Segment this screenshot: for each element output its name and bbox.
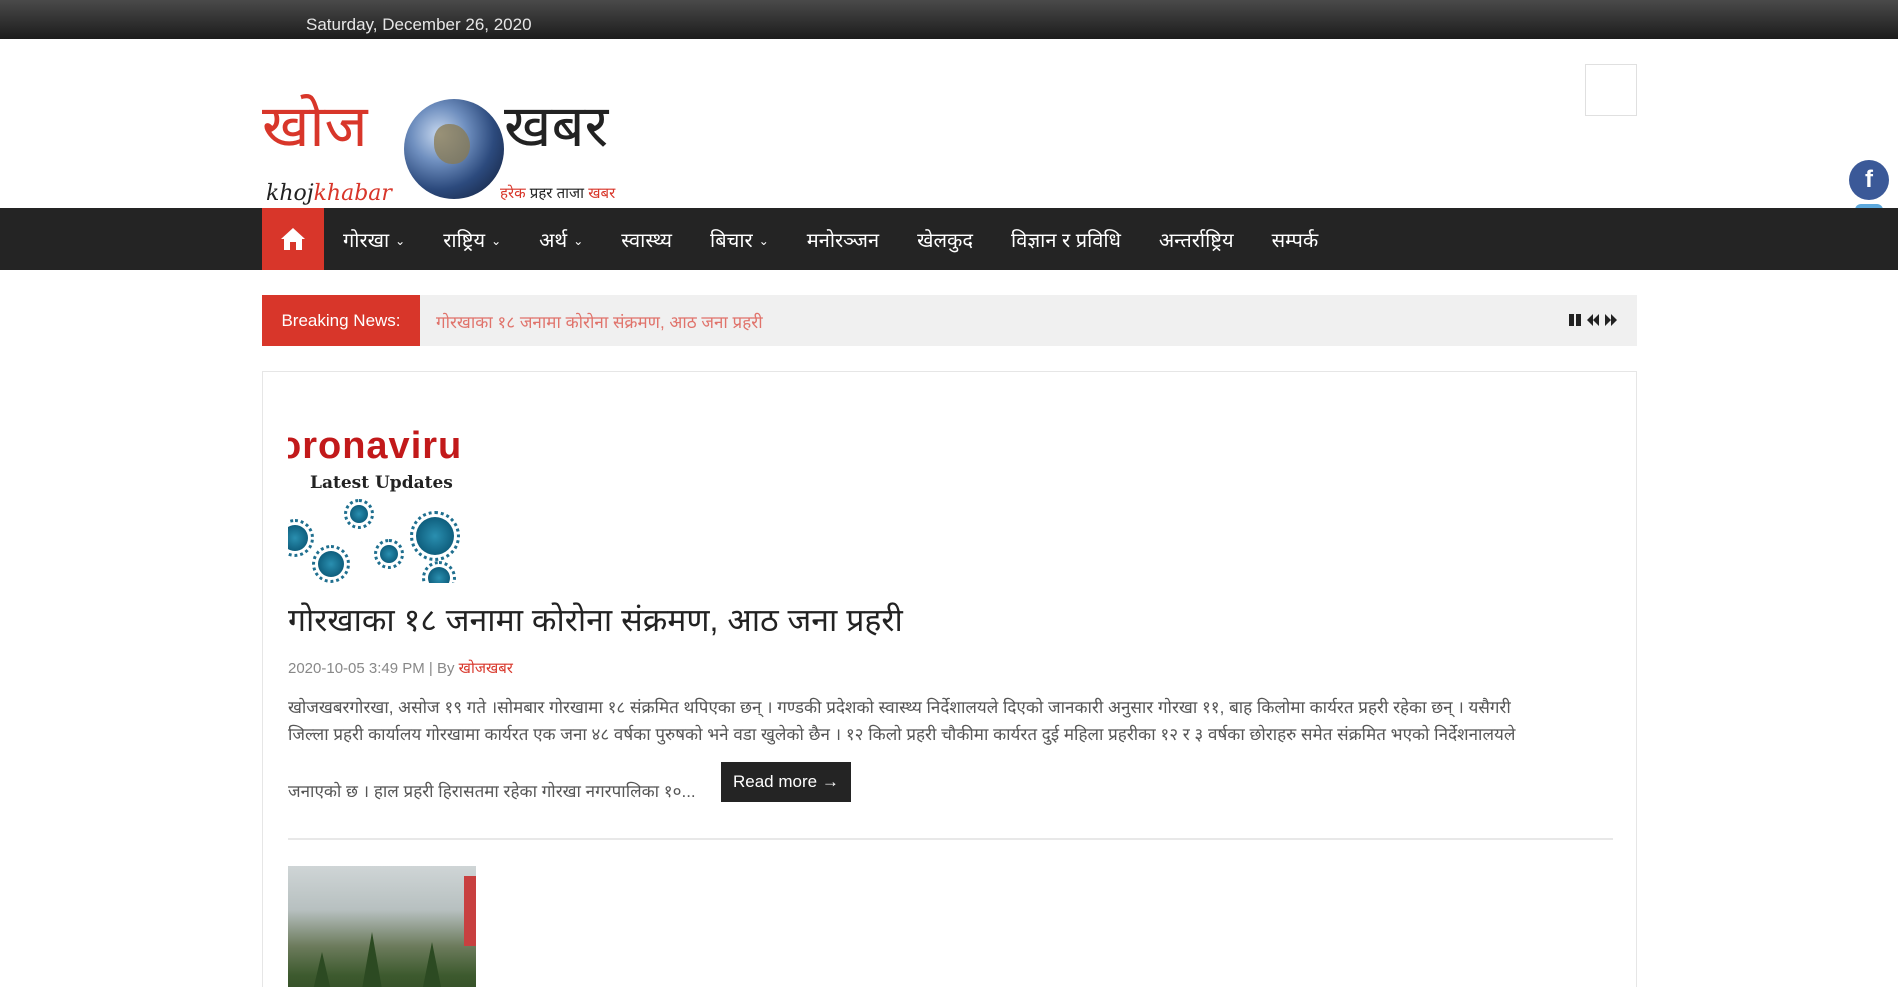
site-header: खोज खबर khojkhabar हरेक प्रहर ताजा खबर bbox=[0, 39, 1898, 208]
meta-separator: | By bbox=[424, 660, 459, 677]
virus-graphic bbox=[374, 539, 404, 569]
breaking-news-label: Breaking News: bbox=[262, 295, 420, 346]
pause-icon bbox=[1569, 314, 1581, 326]
nav-label: गोरखा bbox=[343, 229, 390, 252]
excerpt-line: जनाएको छ । हाल प्रहरी हिरासतमा रहेका गोर… bbox=[288, 782, 696, 801]
nav-label: सम्पर्क bbox=[1271, 229, 1319, 252]
nav-label: अन्तर्राष्ट्रिय bbox=[1158, 229, 1234, 252]
prev-icon bbox=[1587, 314, 1599, 326]
thumbnail-subcaption: Latest Updates bbox=[310, 473, 453, 493]
flag-graphic bbox=[464, 876, 476, 946]
post-excerpt: खोजखबरगोरखा, असोज १९ गते ।सोमबार गोरखामा… bbox=[288, 694, 1613, 801]
nav-label: राष्ट्रिय bbox=[443, 229, 486, 252]
tree-graphic bbox=[308, 952, 336, 987]
tagline-part-3: खबर bbox=[588, 185, 616, 202]
nav-label: मनोरञ्जन bbox=[806, 229, 880, 252]
logo-latin-khoj: khoj bbox=[266, 181, 314, 206]
globe-icon bbox=[404, 99, 504, 199]
virus-graphic bbox=[410, 511, 460, 561]
tree-graphic bbox=[358, 932, 386, 987]
nav-label: अर्थ bbox=[539, 229, 568, 252]
post-title[interactable]: गोरखाका १८ जनामा कोरोना संक्रमण, आठ जना … bbox=[288, 598, 903, 641]
nav-item-health[interactable]: स्वास्थ्य bbox=[602, 208, 691, 270]
tagline-part-2: प्रहर ताजा bbox=[529, 185, 585, 202]
site-logo[interactable]: खोज खबर khojkhabar हरेक प्रहर ताजा खबर bbox=[262, 69, 642, 219]
nav-label: बिचार bbox=[710, 229, 753, 252]
nav-item-economy[interactable]: अर्थ ⌄ bbox=[520, 208, 602, 270]
logo-word-khoj: खोज bbox=[262, 92, 368, 160]
nav-item-national[interactable]: राष्ट्रिय ⌄ bbox=[424, 208, 520, 270]
virus-graphic bbox=[344, 499, 374, 529]
nav-label: खेलकुद bbox=[917, 229, 974, 252]
logo-latin-khabar: khabar bbox=[313, 181, 392, 206]
post-thumbnail[interactable]: oronaviru Latest Updates bbox=[288, 425, 476, 583]
breaking-news-headline[interactable]: गोरखाका १८ जनामा कोरोना संक्रमण, आठ जना … bbox=[436, 310, 763, 333]
home-button[interactable] bbox=[262, 208, 324, 270]
current-date: Saturday, December 26, 2020 bbox=[306, 15, 532, 34]
ticker-prev-button[interactable] bbox=[1585, 310, 1601, 330]
thumbnail-caption: oronaviru bbox=[288, 425, 463, 467]
virus-graphic bbox=[288, 519, 314, 557]
next-icon bbox=[1605, 314, 1617, 326]
header-search-box[interactable] bbox=[1585, 64, 1637, 116]
nav-menu: गोरखा ⌄ राष्ट्रिय ⌄ अर्थ ⌄ स्वास्थ्य बिचार ⌄… bbox=[324, 208, 1337, 270]
ticker-pause-button[interactable] bbox=[1567, 310, 1583, 330]
top-bar: Saturday, December 26, 2020 bbox=[0, 0, 1898, 39]
home-icon bbox=[281, 228, 305, 250]
read-more-button[interactable]: Read more → bbox=[721, 762, 851, 802]
post-date: 2020-10-05 3:49 PM bbox=[288, 660, 425, 677]
logo-latin-text: khojkhabar bbox=[266, 181, 392, 206]
nav-item-science-tech[interactable]: विज्ञान र प्रविधि bbox=[992, 208, 1140, 270]
ticker-next-button[interactable] bbox=[1603, 310, 1619, 330]
nav-item-sports[interactable]: खेलकुद bbox=[898, 208, 992, 270]
ticker-controls bbox=[1567, 310, 1619, 330]
excerpt-line: खोजखबरगोरखा, असोज १९ गते ।सोमबार गोरखामा… bbox=[288, 698, 1511, 717]
nav-item-gorkha[interactable]: गोरखा ⌄ bbox=[324, 208, 424, 270]
post-thumbnail[interactable] bbox=[288, 866, 476, 987]
nav-item-contact[interactable]: सम्पर्क bbox=[1253, 208, 1338, 270]
post-meta: 2020-10-05 3:49 PM | By खोजखबर bbox=[288, 658, 513, 678]
post-list: oronaviru Latest Updates गोरखाका १८ जनाम… bbox=[262, 371, 1637, 987]
logo-tagline: हरेक प्रहर ताजा खबर bbox=[500, 183, 615, 203]
nav-label: स्वास्थ्य bbox=[621, 229, 673, 252]
facebook-icon: f bbox=[1865, 166, 1873, 193]
post-divider bbox=[288, 838, 1613, 840]
excerpt-line: जिल्ला प्रहरी कार्यालय गोरखामा कार्यरत ए… bbox=[288, 725, 1516, 744]
chevron-down-icon: ⌄ bbox=[395, 234, 406, 248]
main-navigation: गोरखा ⌄ राष्ट्रिय ⌄ अर्थ ⌄ स्वास्थ्य बिचार ⌄… bbox=[0, 208, 1898, 270]
tagline-part-1: हरेक bbox=[500, 185, 526, 202]
chevron-down-icon: ⌄ bbox=[491, 234, 502, 248]
nav-label: विज्ञान र प्रविधि bbox=[1011, 229, 1121, 252]
nav-item-entertainment[interactable]: मनोरञ्जन bbox=[788, 208, 898, 270]
post-author-link[interactable]: खोजखबर bbox=[459, 660, 513, 677]
nav-item-international[interactable]: अन्तर्राष्ट्रिय bbox=[1140, 208, 1253, 270]
tree-graphic bbox=[418, 942, 446, 987]
logo-word-khabar: खबर bbox=[504, 92, 609, 160]
virus-graphic bbox=[312, 545, 350, 583]
chevron-down-icon: ⌄ bbox=[573, 234, 584, 248]
virus-graphic bbox=[422, 561, 456, 583]
breaking-news-bar: Breaking News: गोरखाका १८ जनामा कोरोना स… bbox=[262, 295, 1637, 346]
facebook-share-button[interactable]: f bbox=[1849, 160, 1889, 200]
nav-item-opinion[interactable]: बिचार ⌄ bbox=[691, 208, 788, 270]
chevron-down-icon: ⌄ bbox=[758, 234, 769, 248]
